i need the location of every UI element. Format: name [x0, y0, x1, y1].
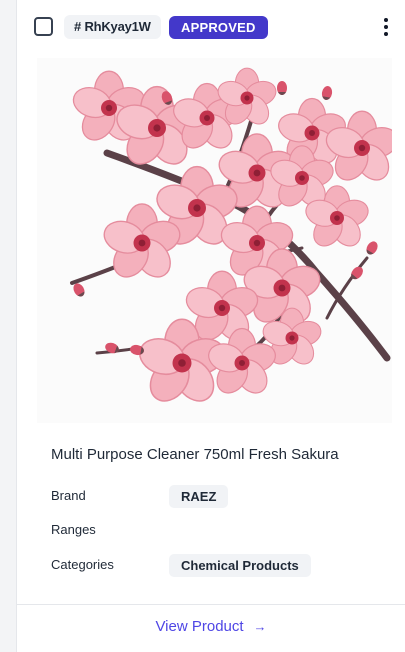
select-checkbox[interactable]	[34, 17, 53, 36]
card-header: # RhKyay1W APPROVED	[17, 14, 405, 44]
attribute-row-categories: Categories Chemical Products	[51, 554, 381, 578]
attribute-value-chip: RAEZ	[169, 485, 229, 508]
attribute-row-brand: Brand RAEZ	[51, 485, 381, 509]
attribute-label: Categories	[51, 557, 114, 572]
attribute-row-ranges: Ranges	[51, 519, 381, 543]
more-vertical-icon[interactable]	[381, 16, 391, 38]
product-image	[37, 58, 403, 423]
attribute-label: Brand	[51, 488, 86, 503]
view-product-label: View Product	[155, 618, 244, 635]
view-product-link[interactable]: View Product →	[17, 618, 405, 635]
arrow-right-icon: →	[253, 619, 267, 634]
product-code-chip: # RhKyay1W	[64, 15, 161, 39]
status-badge: APPROVED	[169, 16, 268, 39]
footer-divider	[17, 604, 405, 605]
cherry-blossom-branch-image	[68, 67, 403, 410]
product-card: # RhKyay1W APPROVED Multi Purpose Cleane…	[16, 0, 405, 652]
attribute-label: Ranges	[51, 522, 96, 537]
attribute-value-chip: Chemical Products	[169, 554, 311, 577]
product-title: Multi Purpose Cleaner 750ml Fresh Sakura	[51, 446, 339, 463]
